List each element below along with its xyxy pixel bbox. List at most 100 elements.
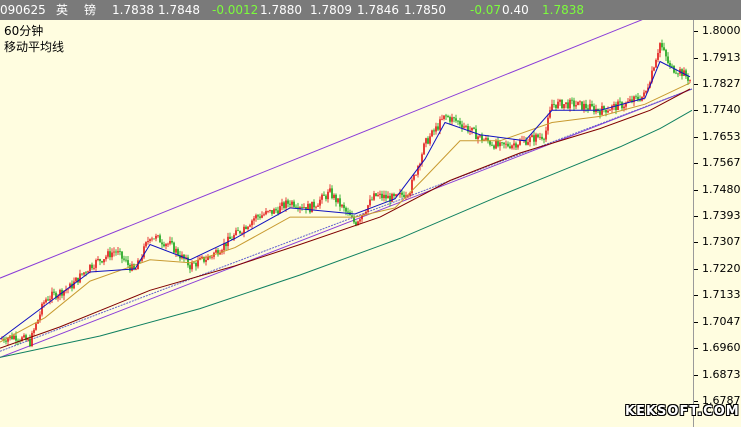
candle-body — [169, 241, 171, 244]
candle-body — [387, 195, 389, 199]
candle-body — [157, 235, 159, 237]
y-tick-mark — [694, 84, 698, 85]
candle-body — [605, 109, 607, 113]
candle-body — [565, 102, 567, 105]
candle-body — [629, 99, 631, 102]
candle-body — [503, 142, 505, 145]
candle-body — [607, 110, 609, 113]
candle-body — [107, 251, 109, 257]
candle-body — [285, 200, 287, 208]
candle-body — [163, 244, 165, 247]
candle-body — [459, 121, 461, 125]
candle-body — [513, 143, 515, 146]
candle-body — [147, 241, 149, 243]
candle-body — [457, 120, 459, 122]
y-tick-mark — [694, 375, 698, 376]
candle-body — [155, 235, 157, 239]
y-tick-mark — [694, 295, 698, 296]
candle-body — [261, 215, 263, 218]
candle-body — [263, 214, 265, 216]
candle-body — [41, 303, 43, 315]
candle-body — [189, 265, 191, 270]
y-tick-mark — [694, 348, 698, 349]
candle-body — [657, 53, 659, 60]
candle-body — [481, 135, 483, 141]
candle-body — [339, 198, 341, 207]
y-tick-mark — [694, 401, 698, 402]
candle-body — [237, 230, 239, 232]
candle-body — [253, 218, 255, 221]
candle-body — [289, 203, 291, 205]
plot-area[interactable]: 60分钟 移动平均线 — [0, 20, 693, 427]
y-tick-mark — [694, 137, 698, 138]
candle-body — [401, 192, 403, 195]
candle-body — [423, 143, 425, 155]
candle-body — [577, 101, 579, 106]
candle-body — [485, 138, 487, 140]
candle-body — [257, 215, 259, 217]
candle-body — [415, 174, 417, 176]
candle-body — [325, 195, 327, 200]
candle-body — [661, 43, 663, 48]
y-tick-mark — [694, 269, 698, 270]
candle-body — [279, 206, 281, 214]
quote-price-3: 1.7880 — [260, 3, 302, 17]
candle-body — [441, 118, 443, 120]
candle-body — [259, 216, 261, 218]
candle-body — [151, 238, 153, 240]
quote-last: 1.7838 — [542, 3, 584, 17]
candle-body — [531, 135, 533, 138]
candle-body — [113, 251, 115, 253]
candle-body — [125, 259, 127, 261]
price-chart[interactable] — [0, 20, 693, 427]
y-tick-label: 1.7220 — [702, 262, 741, 275]
candle-body — [211, 256, 213, 258]
y-tick-label: 1.6960 — [702, 341, 741, 354]
candle-body — [477, 136, 479, 140]
candle-body — [131, 264, 133, 271]
candle-body — [251, 220, 253, 226]
candle-body — [53, 291, 55, 293]
candle-body — [27, 338, 29, 341]
y-tick-label: 1.7827 — [702, 77, 741, 90]
quote-change-pct: -0.07 — [470, 3, 502, 17]
candle-body — [51, 291, 53, 300]
candle-body — [519, 140, 521, 145]
candle-body — [255, 215, 257, 219]
candle-body — [35, 323, 37, 330]
candle-body — [229, 236, 231, 239]
candle-body — [623, 106, 625, 109]
candle-body — [121, 251, 123, 259]
candle-body — [465, 126, 467, 127]
y-tick-mark — [694, 190, 698, 191]
y-tick-mark — [694, 242, 698, 243]
ma-mid-line — [0, 82, 691, 343]
candle-body — [371, 199, 373, 201]
candle-body — [283, 202, 285, 208]
candle-body — [269, 210, 271, 211]
candle-body — [541, 136, 543, 139]
candle-body — [365, 211, 367, 214]
watermark: KEKSOFT.COM — [625, 404, 740, 419]
candle-body — [445, 115, 447, 117]
y-tick-label: 1.7133 — [702, 288, 741, 301]
candle-body — [537, 134, 539, 138]
period-label: 60分钟 — [4, 24, 44, 38]
candle-body — [335, 194, 337, 203]
candle-body — [193, 262, 195, 264]
candle-body — [581, 101, 583, 110]
candle-body — [395, 194, 397, 196]
candle-body — [359, 219, 361, 222]
candle-body — [43, 302, 45, 304]
instrument-name-part2: 镑 — [84, 3, 97, 17]
y-tick-label: 1.7740 — [702, 103, 741, 116]
candle-body — [429, 136, 431, 144]
candle-body — [587, 108, 589, 110]
candle-body — [653, 67, 655, 71]
candle-body — [501, 142, 503, 144]
y-tick-label: 1.8000 — [702, 24, 741, 37]
y-tick-label: 1.7480 — [702, 183, 741, 196]
candle-body — [451, 117, 453, 122]
candle-body — [663, 47, 665, 50]
candle-body — [239, 231, 241, 234]
